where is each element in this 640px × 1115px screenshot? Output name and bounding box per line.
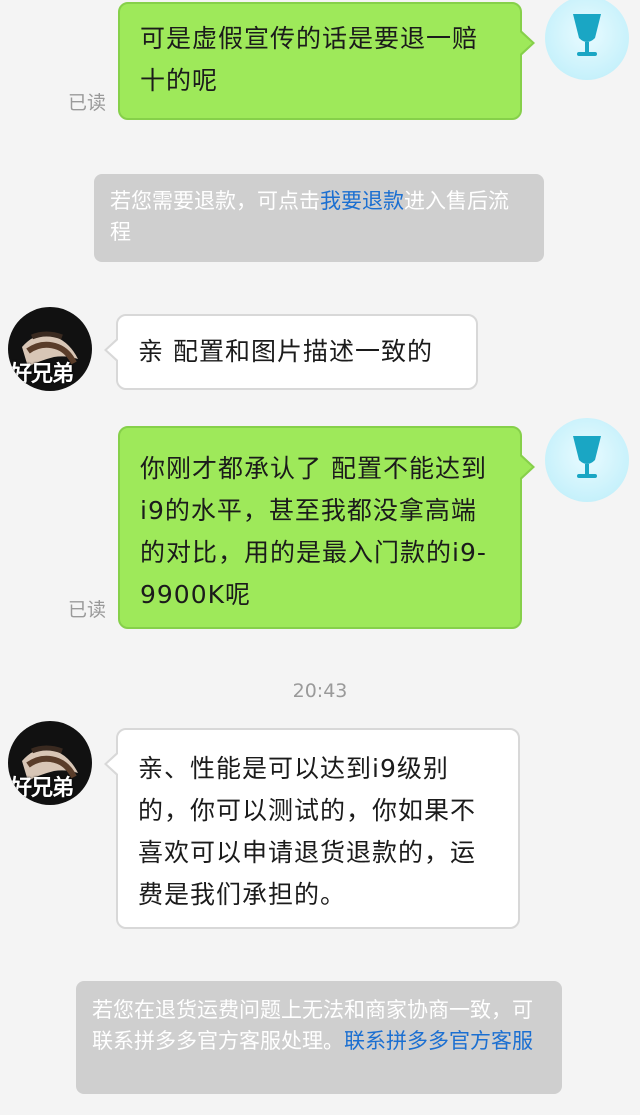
refund-link[interactable]: 我要退款: [320, 189, 404, 213]
outgoing-message[interactable]: 可是虚假宣传的话是要退一赔十的呢: [118, 2, 535, 120]
my-avatar[interactable]: [545, 0, 629, 80]
read-status: 已读: [68, 599, 107, 621]
message-text: 亲、性能是可以达到i9级别的，你可以测试的，你如果不喜欢可以申请退货退款的，运费…: [138, 754, 477, 909]
outgoing-message[interactable]: 你刚才都承认了 配置不能达到i9的水平，甚至我都没拿高端的对比，用的是最入门款的…: [118, 426, 535, 629]
wine-glass-icon: [573, 436, 601, 478]
contact-service-link[interactable]: 联系拼多多官方客服: [344, 1029, 533, 1053]
message-text: 你刚才都承认了 配置不能达到i9的水平，甚至我都没拿高端的对比，用的是最入门款的…: [140, 454, 487, 609]
refund-notice: 若您需要退款，可点击我要退款进入售后流程: [94, 174, 544, 262]
notice-text: 若您需要退款，可点击: [110, 189, 320, 213]
message-text: 亲 配置和图片描述一致的: [138, 337, 433, 366]
my-avatar[interactable]: [545, 418, 629, 502]
merchant-avatar[interactable]: 好兄弟: [8, 307, 92, 391]
incoming-message[interactable]: 亲、性能是可以达到i9级别的，你可以测试的，你如果不喜欢可以申请退货退款的，运费…: [104, 728, 520, 929]
message-text: 可是虚假宣传的话是要退一赔十的呢: [140, 24, 479, 95]
timestamp: 20:43: [292, 680, 348, 702]
merchant-avatar[interactable]: 好兄弟: [8, 721, 92, 805]
read-status: 已读: [68, 92, 107, 114]
avatar-caption: 好兄弟: [10, 776, 74, 801]
wine-glass-icon: [573, 14, 601, 56]
shipping-notice: 若您在退货运费问题上无法和商家协商一致，可联系拼多多官方客服处理。联系拼多多官方…: [76, 981, 562, 1094]
avatar-caption: 好兄弟: [10, 362, 74, 387]
incoming-message[interactable]: 亲 配置和图片描述一致的: [104, 314, 478, 390]
